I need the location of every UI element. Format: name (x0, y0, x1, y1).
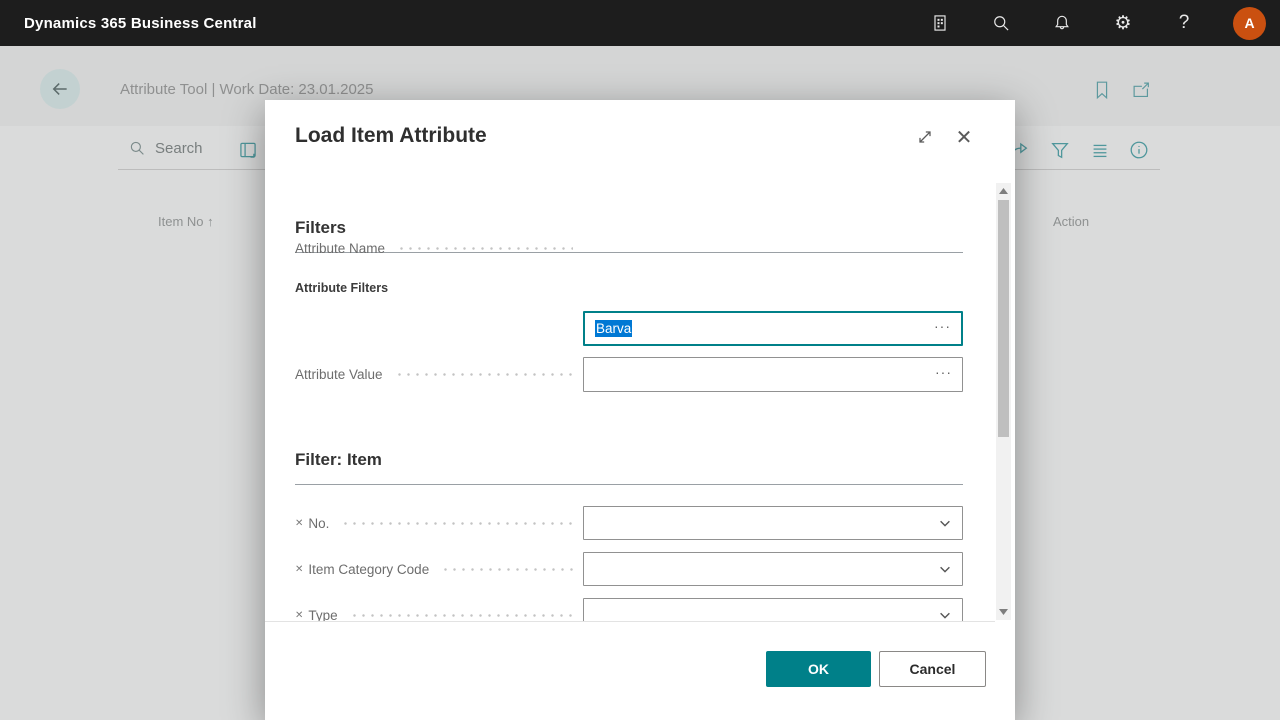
notifications-icon[interactable] (1050, 11, 1074, 35)
help-icon[interactable]: ? (1172, 11, 1196, 35)
search-icon[interactable] (989, 11, 1013, 35)
dotted-leader (441, 568, 573, 571)
screen: Dynamics 365 Business Central ⚙ ? A Attr… (0, 0, 1280, 720)
dotted-leader (341, 522, 573, 525)
content-divider (265, 621, 995, 622)
expand-dialog-button[interactable] (914, 126, 936, 148)
filter-row-label: No. (308, 516, 329, 531)
filter-row-item-category: ✕ Item Category Code (295, 552, 583, 587)
chevron-down-icon[interactable] (938, 516, 952, 530)
analysis-mode-icon[interactable] (238, 140, 258, 160)
attribute-value-row: Attribute Value (295, 357, 583, 392)
filter-item-section-title: Filter: Item (295, 450, 382, 470)
filter-no-field[interactable] (583, 506, 963, 540)
filter-row-no: ✕ No. (295, 506, 583, 541)
lookup-ellipsis-icon[interactable]: ··· (935, 367, 952, 383)
close-dialog-button[interactable]: ✕ (953, 126, 975, 148)
dialog-scrollbar[interactable] (996, 183, 1011, 620)
page-title: Attribute Tool | Work Date: 23.01.2025 (120, 81, 374, 98)
topbar: Dynamics 365 Business Central ⚙ ? A (0, 0, 1280, 46)
info-icon[interactable] (1128, 139, 1150, 161)
settings-gear-icon[interactable]: ⚙ (1111, 11, 1135, 35)
column-header-item-no[interactable]: Item No ↑ (158, 214, 214, 229)
dotted-leader (395, 373, 573, 376)
filter-row-label: Item Category Code (308, 562, 429, 577)
scroll-down-icon[interactable] (996, 604, 1011, 620)
topbar-actions: ⚙ ? A (928, 0, 1266, 46)
remove-filter-icon[interactable]: ✕ (295, 564, 303, 575)
cancel-button[interactable]: Cancel (879, 651, 986, 687)
back-button[interactable] (40, 69, 80, 109)
list-view-icon[interactable] (1089, 139, 1111, 161)
open-in-new-window-icon[interactable] (1130, 79, 1152, 101)
dotted-leader (397, 247, 573, 250)
attribute-name-field[interactable]: Barva ··· (583, 311, 963, 346)
resize-diagonal-icon (915, 127, 935, 147)
attribute-name-label: Attribute Name (295, 241, 385, 256)
filter-row-label: Type (308, 608, 337, 622)
chevron-down-icon[interactable] (938, 562, 952, 576)
column-header-action[interactable]: Action (1053, 214, 1089, 229)
attribute-name-row: Attribute Name (295, 231, 583, 266)
scrollbar-thumb[interactable] (998, 200, 1009, 437)
dotted-leader (350, 614, 573, 617)
remove-filter-icon[interactable]: ✕ (295, 610, 303, 621)
filter-item-category-field[interactable] (583, 552, 963, 586)
attribute-value-label: Attribute Value (295, 367, 383, 382)
list-search[interactable]: Search (128, 139, 203, 157)
filter-icon[interactable] (1049, 139, 1071, 161)
lookup-ellipsis-icon[interactable]: ··· (934, 321, 951, 337)
attribute-name-value: Barva (595, 320, 632, 337)
avatar[interactable]: A (1233, 7, 1266, 40)
bookmark-icon[interactable] (1091, 79, 1113, 101)
dialog-content: Filters Attribute Filters Attribute Name… (265, 180, 995, 622)
filter-item-section-rule (295, 484, 963, 485)
search-label: Search (155, 140, 203, 157)
environment-icon[interactable] (928, 11, 952, 35)
arrow-left-icon (50, 79, 70, 99)
remove-filter-icon[interactable]: ✕ (295, 518, 303, 529)
filter-row-type: ✕ Type (295, 598, 583, 622)
search-icon (128, 139, 146, 157)
app-title: Dynamics 365 Business Central (24, 15, 257, 32)
ok-button[interactable]: OK (766, 651, 871, 687)
dialog-title: Load Item Attribute (295, 124, 487, 148)
filter-type-field[interactable] (583, 598, 963, 622)
chevron-down-icon[interactable] (938, 608, 952, 622)
scroll-up-icon[interactable] (996, 183, 1011, 199)
load-item-attribute-dialog: Load Item Attribute ✕ Filters Attribute … (265, 100, 1015, 720)
attribute-filters-group-label: Attribute Filters (295, 281, 388, 295)
attribute-value-field[interactable]: ··· (583, 357, 963, 392)
